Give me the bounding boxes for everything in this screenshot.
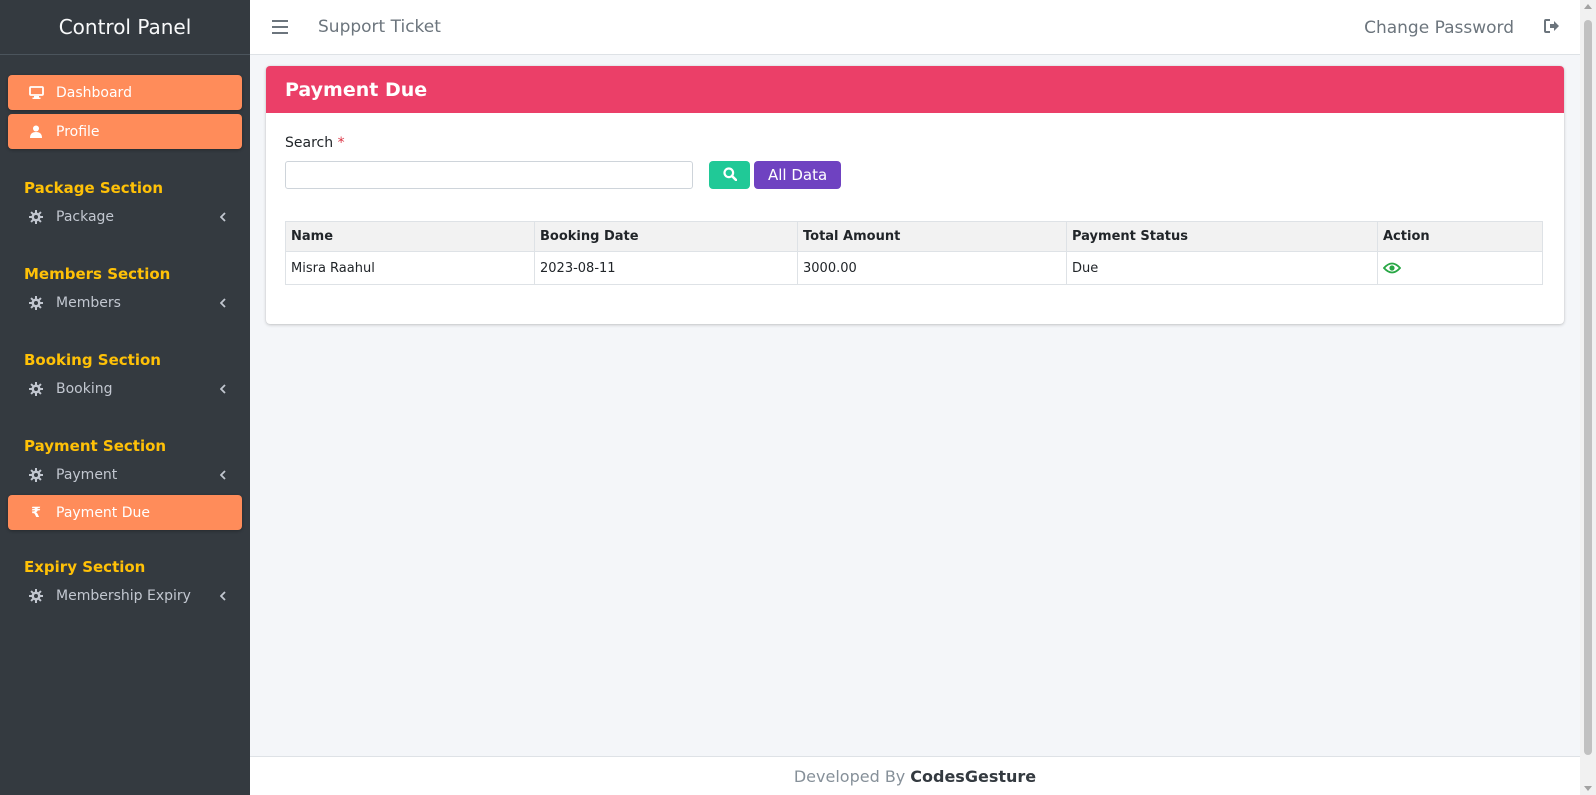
sidebar-item-dashboard[interactable]: Dashboard <box>8 75 242 110</box>
sidebar-item-members[interactable]: Members <box>0 285 250 321</box>
sidebar-item-membership-expiry[interactable]: Membership Expiry <box>0 578 250 614</box>
table-row: Misra Raahul 2023-08-11 3000.00 Due <box>285 251 1543 285</box>
sidebar-item-label: Profile <box>56 123 100 140</box>
column-header-action: Action <box>1377 221 1543 252</box>
search-button[interactable] <box>709 161 750 189</box>
cell-booking-date: 2023-08-11 <box>534 251 798 285</box>
chevron-left-icon <box>219 468 226 484</box>
sidebar-item-label: Dashboard <box>56 84 132 101</box>
chevron-left-icon <box>219 296 226 312</box>
card-header: Payment Due <box>266 66 1564 113</box>
section-header-expiry: Expiry Section <box>24 558 146 576</box>
sidebar-item-label: Booking <box>56 381 113 397</box>
gear-icon <box>28 381 44 397</box>
search-label: Search * <box>285 135 345 151</box>
column-header-payment-status: Payment Status <box>1066 221 1378 252</box>
chevron-left-icon <box>219 589 226 605</box>
desktop-icon <box>28 85 44 101</box>
section-header-payment: Payment Section <box>24 437 167 455</box>
hamburger-menu-icon[interactable] <box>272 20 288 34</box>
column-header-name: Name <box>285 221 535 252</box>
column-header-booking-date: Booking Date <box>534 221 798 252</box>
sidebar-item-label: Members <box>56 295 121 311</box>
footer-company-link[interactable]: CodesGesture <box>910 767 1036 786</box>
sidebar-item-label: Payment <box>56 467 118 483</box>
card-title: Payment Due <box>285 78 428 101</box>
section-header-package: Package Section <box>24 179 163 197</box>
section-header-members: Members Section <box>24 265 171 283</box>
sidebar-item-payment-due[interactable]: ₹ Payment Due <box>8 495 242 530</box>
payment-due-table: Name Booking Date Total Amount Payment S… <box>285 221 1543 285</box>
top-right-actions: Change Password <box>1364 0 1560 55</box>
change-password-link[interactable]: Change Password <box>1364 18 1514 38</box>
sidebar-item-package[interactable]: Package <box>0 199 250 235</box>
sidebar: Control Panel Dashboard Profile Package … <box>0 0 250 795</box>
required-mark: * <box>337 135 345 151</box>
user-icon <box>28 124 44 140</box>
footer: Developed By CodesGesture <box>250 756 1580 795</box>
chevron-left-icon <box>219 210 226 226</box>
footer-prefix: Developed By <box>793 766 906 786</box>
sidebar-item-label: Payment Due <box>56 504 151 521</box>
scroll-down-arrow-icon[interactable] <box>1584 786 1592 791</box>
card-body: Search * All Data Name Booking Date Tota… <box>266 113 1564 305</box>
sidebar-nav: Dashboard Profile Package Section Packag… <box>0 55 250 614</box>
view-eye-icon[interactable] <box>1382 261 1402 276</box>
sidebar-item-booking[interactable]: Booking <box>0 371 250 407</box>
page-scrollbar[interactable] <box>1580 0 1596 795</box>
payment-due-card: Payment Due Search * All Data Name Booki… <box>266 66 1564 324</box>
cell-payment-status: Due <box>1066 251 1378 285</box>
column-header-total-amount: Total Amount <box>797 221 1067 252</box>
search-label-text: Search <box>285 135 334 151</box>
sidebar-item-label: Membership Expiry <box>56 588 191 604</box>
search-input[interactable] <box>285 161 693 189</box>
table-header-row: Name Booking Date Total Amount Payment S… <box>285 221 1543 252</box>
support-ticket-link[interactable]: Support Ticket <box>318 17 441 37</box>
cell-name: Misra Raahul <box>285 251 535 285</box>
search-row: All Data <box>285 161 1545 189</box>
search-icon <box>722 166 737 184</box>
gear-icon <box>28 467 44 483</box>
gear-icon <box>28 588 44 604</box>
chevron-left-icon <box>219 382 226 398</box>
all-data-button[interactable]: All Data <box>754 161 842 189</box>
cell-total-amount: 3000.00 <box>797 251 1067 285</box>
section-header-booking: Booking Section <box>24 351 161 369</box>
brand-title[interactable]: Control Panel <box>0 0 250 55</box>
scroll-up-arrow-icon[interactable] <box>1584 4 1592 9</box>
cell-action <box>1377 251 1543 285</box>
sidebar-item-profile[interactable]: Profile <box>8 114 242 149</box>
rupee-icon: ₹ <box>31 504 41 521</box>
gear-icon <box>28 209 44 225</box>
gear-icon <box>28 295 44 311</box>
sidebar-item-label: Package <box>56 209 115 225</box>
sidebar-item-payment[interactable]: Payment <box>0 457 250 493</box>
scroll-thumb[interactable] <box>1584 20 1592 755</box>
logout-icon[interactable] <box>1544 18 1560 37</box>
top-navbar: Support Ticket Change Password <box>250 0 1580 55</box>
